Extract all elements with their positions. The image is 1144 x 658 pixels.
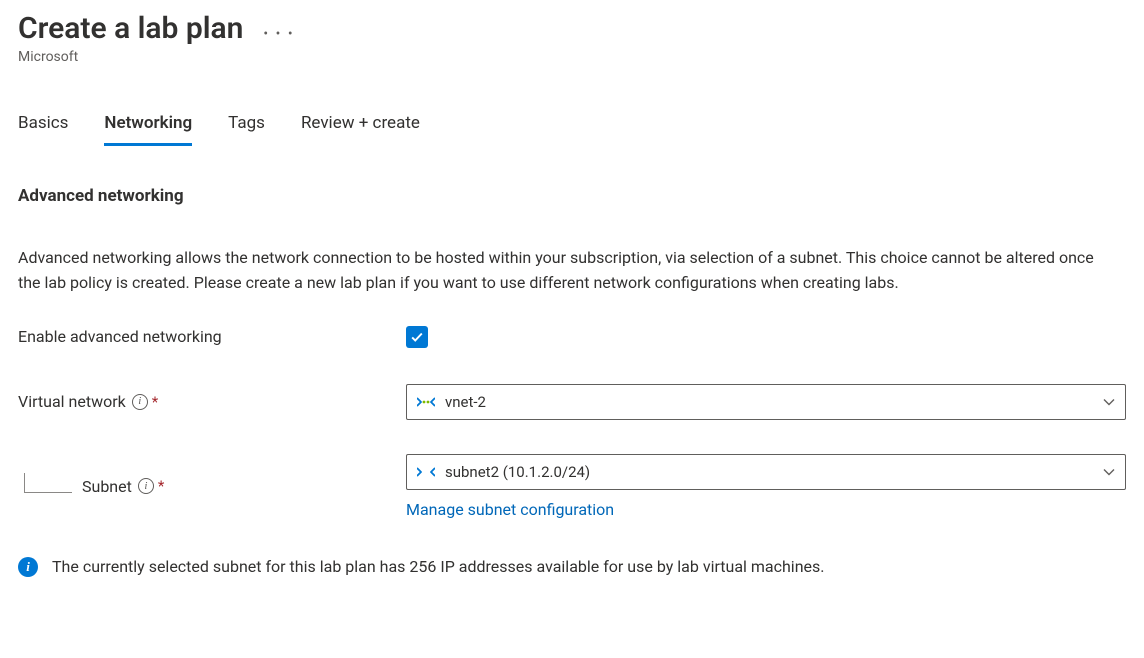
checkmark-icon: [410, 330, 424, 344]
enable-advanced-networking-checkbox[interactable]: [406, 326, 428, 348]
row-subnet: Subnet i * subnet2 (10.1.2.0/24): [18, 454, 1126, 519]
tree-connector-icon: [24, 473, 72, 493]
subnet-value: subnet2 (10.1.2.0/24): [445, 463, 590, 481]
virtual-network-dropdown[interactable]: vnet-2: [406, 384, 1126, 420]
subnet-label: Subnet: [82, 477, 132, 496]
manage-subnet-configuration-link[interactable]: Manage subnet configuration: [406, 500, 614, 519]
subnet-info-message: The currently selected subnet for this l…: [52, 557, 825, 576]
subnet-info-bar: i The currently selected subnet for this…: [18, 557, 1126, 577]
page-title: Create a lab plan: [18, 12, 243, 45]
tabs: Basics Networking Tags Review + create: [18, 113, 1126, 146]
tab-networking[interactable]: Networking: [104, 113, 192, 146]
virtual-network-value: vnet-2: [445, 393, 486, 411]
section-description: Advanced networking allows the network c…: [18, 246, 1098, 296]
tab-review-create[interactable]: Review + create: [301, 113, 420, 146]
info-icon[interactable]: i: [132, 394, 148, 410]
enable-advanced-networking-label: Enable advanced networking: [18, 327, 222, 346]
row-virtual-network: Virtual network i * vnet-2: [18, 384, 1126, 420]
tab-basics[interactable]: Basics: [18, 113, 68, 146]
info-icon[interactable]: i: [138, 478, 154, 494]
vnet-icon: [417, 395, 435, 409]
subnet-icon: [417, 465, 435, 479]
subnet-dropdown[interactable]: subnet2 (10.1.2.0/24): [406, 454, 1126, 490]
tab-tags[interactable]: Tags: [228, 113, 265, 146]
required-indicator: *: [152, 393, 158, 411]
page-subtitle: Microsoft: [18, 49, 1126, 65]
row-enable-advanced-networking: Enable advanced networking: [18, 326, 1126, 348]
required-indicator: *: [158, 477, 164, 495]
title-row: Create a lab plan • • •: [18, 12, 1126, 45]
virtual-network-label: Virtual network: [18, 392, 126, 411]
chevron-down-icon: [1102, 465, 1116, 479]
more-actions-button[interactable]: • • •: [263, 16, 294, 42]
section-heading: Advanced networking: [18, 186, 1126, 206]
chevron-down-icon: [1102, 395, 1116, 409]
info-icon: i: [18, 557, 38, 577]
page-root: Create a lab plan • • • Microsoft Basics…: [0, 0, 1144, 597]
